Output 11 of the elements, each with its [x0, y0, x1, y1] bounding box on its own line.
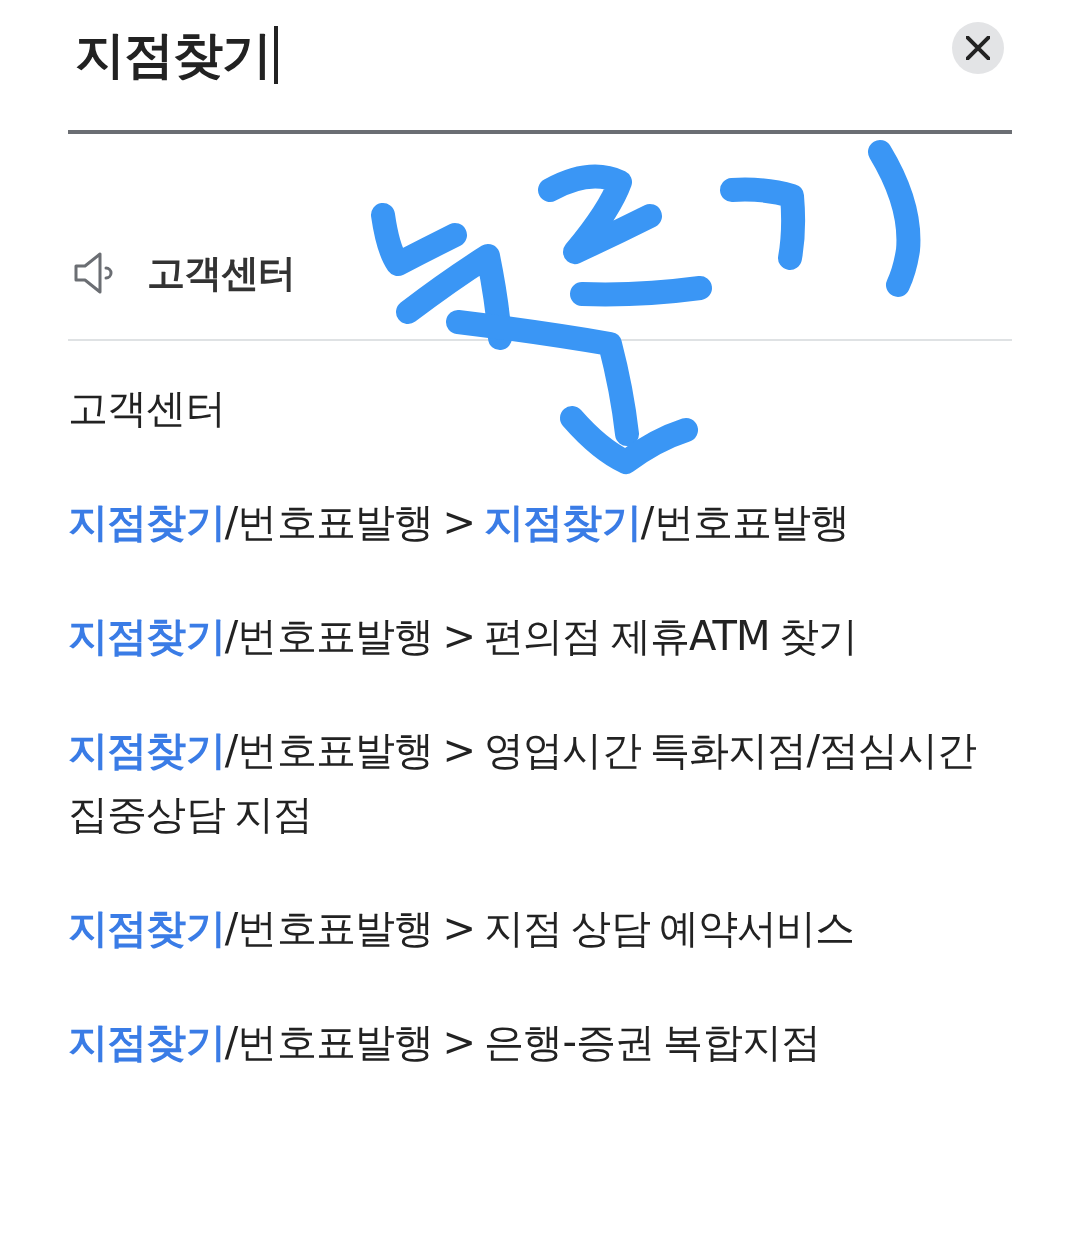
search-result-link[interactable]: 지점찾기/번호표발행 > 지점 상담 예약서비스: [68, 896, 1012, 960]
section-title: 고객센터: [147, 251, 295, 295]
clear-button[interactable]: [952, 22, 1004, 74]
search-field[interactable]: 지점찾기: [68, 0, 1012, 134]
search-result-link[interactable]: 지점찾기/번호표발행 > 영업시간 특화지점/점심시간 집중상담 지점: [68, 718, 1012, 846]
category-label: 고객센터: [68, 384, 226, 433]
close-icon: [966, 36, 990, 60]
search-result-link[interactable]: 지점찾기/번호표발행 > 지점찾기/번호표발행: [68, 490, 1012, 554]
text-cursor-icon: [274, 26, 278, 84]
search-result-link[interactable]: 지점찾기/번호표발행 > 편의점 제휴ATM 찾기: [68, 604, 1012, 668]
search-result-link[interactable]: 지점찾기/번호표발행 > 은행-증권 복합지점: [68, 1010, 1012, 1074]
